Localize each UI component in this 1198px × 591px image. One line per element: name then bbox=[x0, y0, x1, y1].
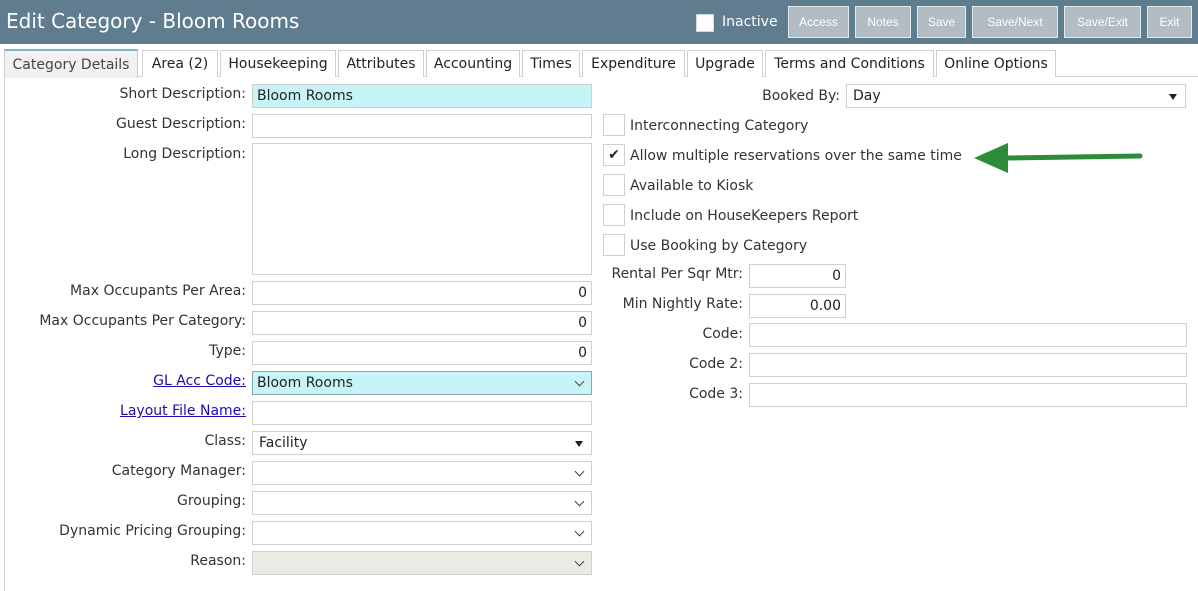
type-label: Type: bbox=[209, 343, 246, 359]
exit-button[interactable]: Exit bbox=[1147, 6, 1192, 38]
booked-by-select[interactable]: Day bbox=[846, 84, 1186, 108]
gl-acc-code-value: Bloom Rooms bbox=[257, 375, 353, 391]
max-occupants-area-input[interactable]: 0 bbox=[252, 281, 592, 305]
max-occupants-area-label: Max Occupants Per Area: bbox=[70, 283, 246, 299]
tab-times[interactable]: Times bbox=[522, 50, 580, 77]
class-value: Facility bbox=[259, 435, 308, 451]
tab-online-options[interactable]: Online Options bbox=[936, 50, 1056, 77]
rental-per-sqr-mtr-input[interactable]: 0 bbox=[749, 264, 846, 288]
allow-multiple-reservations-label: Allow multiple reservations over the sam… bbox=[630, 148, 962, 164]
chevron-down-icon bbox=[574, 376, 585, 387]
reason-label: Reason: bbox=[190, 553, 246, 569]
code-input[interactable] bbox=[749, 323, 1187, 347]
use-booking-by-category-label: Use Booking by Category bbox=[630, 238, 808, 254]
save-next-button[interactable]: Save/Next bbox=[972, 6, 1058, 38]
chevron-down-icon bbox=[574, 556, 585, 567]
gl-acc-code-link[interactable]: GL Acc Code: bbox=[153, 373, 246, 389]
code-3-label: Code 3: bbox=[689, 386, 743, 402]
interconnecting-category-checkbox[interactable] bbox=[603, 114, 625, 136]
save-exit-button[interactable]: Save/Exit bbox=[1064, 6, 1141, 38]
gl-acc-code-select[interactable]: Bloom Rooms bbox=[252, 371, 592, 395]
booked-by-label: Booked By: bbox=[762, 88, 840, 104]
page-title: Edit Category - Bloom Rooms bbox=[6, 9, 300, 33]
use-booking-by-category-checkbox[interactable] bbox=[603, 234, 625, 256]
chevron-down-icon bbox=[574, 466, 585, 477]
long-description-textarea[interactable] bbox=[252, 143, 592, 275]
long-description-label: Long Description: bbox=[123, 146, 246, 162]
booked-by-value: Day bbox=[853, 88, 881, 104]
guest-description-input[interactable] bbox=[252, 114, 592, 138]
min-nightly-rate-input[interactable]: 0.00 bbox=[749, 294, 846, 318]
available-to-kiosk-label: Available to Kiosk bbox=[630, 178, 754, 194]
grouping-label: Grouping: bbox=[177, 493, 246, 509]
tab-housekeeping[interactable]: Housekeeping bbox=[220, 50, 336, 77]
guest-description-label: Guest Description: bbox=[115, 116, 246, 132]
category-manager-select[interactable] bbox=[252, 461, 592, 485]
min-nightly-rate-label: Min Nightly Rate: bbox=[622, 296, 743, 312]
class-label: Class: bbox=[204, 433, 246, 449]
chevron-down-icon bbox=[574, 526, 585, 537]
inactive-checkbox[interactable] bbox=[696, 14, 714, 32]
code-label: Code: bbox=[702, 326, 743, 342]
type-input[interactable]: 0 bbox=[252, 341, 592, 365]
max-occupants-category-input[interactable]: 0 bbox=[252, 311, 592, 335]
dropdown-arrow-icon bbox=[575, 441, 583, 447]
reason-select[interactable] bbox=[252, 551, 592, 575]
code-2-label: Code 2: bbox=[689, 356, 743, 372]
rental-per-sqr-mtr-label: Rental Per Sqr Mtr: bbox=[611, 266, 743, 282]
green-arrow-icon bbox=[974, 143, 1143, 173]
tab-area[interactable]: Area (2) bbox=[142, 50, 218, 77]
available-to-kiosk-checkbox[interactable] bbox=[603, 174, 625, 196]
tab-accounting[interactable]: Accounting bbox=[426, 50, 520, 77]
short-description-label: Short Description: bbox=[119, 86, 246, 102]
chevron-down-icon bbox=[574, 496, 585, 507]
notes-button[interactable]: Notes bbox=[855, 6, 911, 38]
short-description-input[interactable]: Bloom Rooms bbox=[252, 84, 592, 108]
code-2-input[interactable] bbox=[749, 353, 1187, 377]
title-bar: Edit Category - Bloom Rooms Inactive Acc… bbox=[0, 0, 1198, 44]
allow-multiple-reservations-checkbox[interactable]: ✔ bbox=[603, 144, 625, 166]
check-icon: ✔ bbox=[608, 147, 620, 163]
tab-category-details[interactable]: Category Details bbox=[4, 49, 138, 78]
access-button[interactable]: Access bbox=[788, 6, 849, 38]
save-button[interactable]: Save bbox=[917, 6, 966, 38]
dropdown-arrow-icon bbox=[1169, 94, 1177, 100]
max-occupants-category-label: Max Occupants Per Category: bbox=[39, 313, 246, 329]
class-select[interactable]: Facility bbox=[252, 431, 592, 455]
grouping-select[interactable] bbox=[252, 491, 592, 515]
code-3-input[interactable] bbox=[749, 383, 1187, 407]
include-housekeepers-report-checkbox[interactable] bbox=[603, 204, 625, 226]
dynamic-pricing-grouping-select[interactable] bbox=[252, 521, 592, 545]
tab-upgrade[interactable]: Upgrade bbox=[687, 50, 763, 77]
tab-attributes[interactable]: Attributes bbox=[338, 50, 424, 77]
layout-file-name-input[interactable] bbox=[252, 401, 592, 425]
interconnecting-category-label: Interconnecting Category bbox=[630, 118, 809, 134]
panel-border bbox=[4, 77, 5, 591]
dynamic-pricing-grouping-label: Dynamic Pricing Grouping: bbox=[59, 523, 246, 539]
inactive-label: Inactive bbox=[722, 14, 778, 30]
category-manager-label: Category Manager: bbox=[111, 463, 246, 479]
layout-file-name-link[interactable]: Layout File Name: bbox=[120, 403, 246, 419]
tab-expenditure[interactable]: Expenditure bbox=[582, 50, 685, 77]
tab-terms-and-conditions[interactable]: Terms and Conditions bbox=[765, 50, 934, 77]
include-housekeepers-report-label: Include on HouseKeepers Report bbox=[630, 208, 859, 224]
